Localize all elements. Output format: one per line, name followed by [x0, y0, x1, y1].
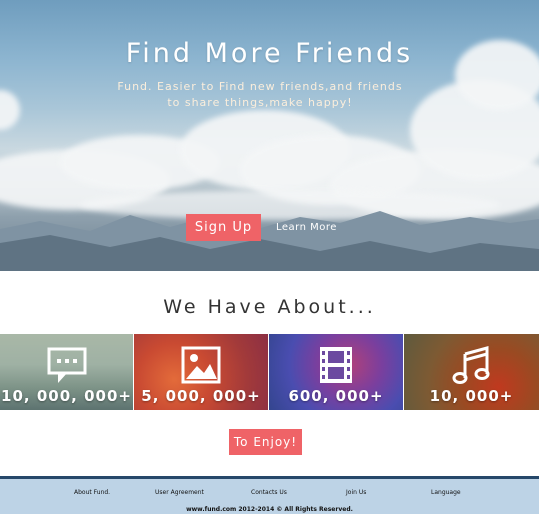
to-enjoy-button[interactable]: To Enjoy! [229, 429, 302, 455]
stat-tile-music: 10, 000+ [404, 334, 539, 410]
hero-subtitle-line: to share things,make happy! [167, 96, 353, 109]
learn-more-link[interactable]: Learn More [276, 222, 337, 233]
stat-tile-photos: 5, 000, 000+ [134, 334, 268, 410]
stat-value: 10, 000+ [429, 387, 514, 405]
footer-link-contacts[interactable]: Contacts Us [251, 489, 287, 496]
section-title: We Have About... [163, 296, 376, 318]
footer-link-user-agreement[interactable]: User Agreement [155, 489, 204, 496]
cloud [0, 90, 20, 130]
footer: About Fund. User Agreement Contacts Us J… [0, 476, 539, 514]
film-icon [320, 347, 352, 383]
stat-value: 10, 000, 000+ [1, 387, 132, 405]
hero-subtitle: Fund. Easier to Find new friends,and fri… [100, 79, 420, 111]
footer-links: About Fund. User Agreement Contacts Us J… [0, 489, 539, 501]
stat-value: 600, 000+ [288, 387, 384, 405]
hero-subtitle-line: Fund. Easier to Find new friends,and fri… [117, 80, 403, 93]
stat-tile-videos: 600, 000+ [269, 334, 403, 410]
footer-link-join[interactable]: Join Us [346, 489, 366, 496]
copyright-text: www.fund.com 2012-2014 © All Rights Rese… [186, 506, 353, 513]
sign-up-button[interactable]: Sign Up [186, 214, 261, 241]
mountains-graphic [0, 211, 539, 271]
footer-link-about[interactable]: About Fund. [74, 489, 110, 496]
stat-tile-messages: 10, 000, 000+ [0, 334, 133, 410]
stat-value: 5, 000, 000+ [141, 387, 261, 405]
picture-icon [181, 346, 221, 384]
hero-banner: Find More Friends Fund. Easier to Find n… [0, 0, 539, 271]
footer-link-language[interactable]: Language [431, 489, 461, 496]
chat-bubble-icon [47, 347, 86, 383]
music-note-icon [452, 346, 489, 384]
hero-title: Find More Friends [125, 38, 414, 69]
